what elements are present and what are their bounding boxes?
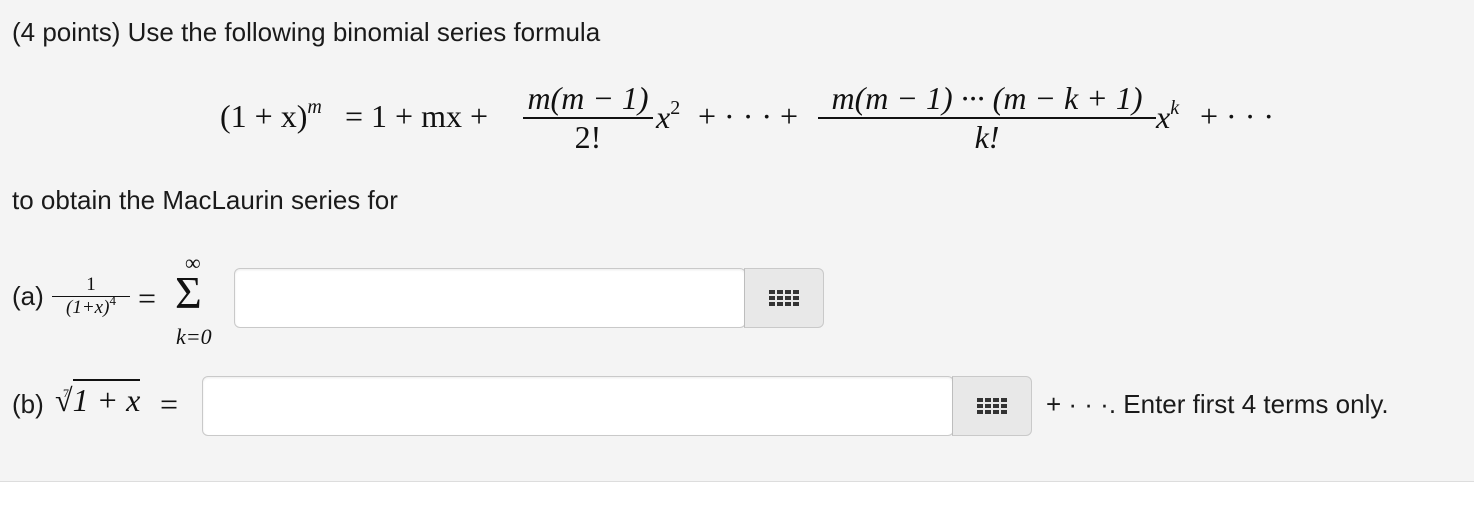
question-header: (4 points) Use the following binomial se… — [12, 17, 601, 47]
part-b-equals: = — [160, 386, 179, 422]
part-b-radical: 7 √1 + x — [55, 379, 141, 419]
formula-fraction-2: m(m − 1) ··· (m − k + 1) k! — [818, 80, 1156, 156]
formula-tail: + · · · — [1200, 98, 1275, 134]
part-a-answer-input[interactable] — [234, 268, 746, 328]
part-b-palette-button[interactable] — [952, 376, 1032, 436]
part-a-fraction: 1 (1+x)4 — [52, 274, 130, 319]
formula-fraction-1: m(m − 1) 2! — [523, 80, 653, 156]
formula-term-xk: xk — [1156, 97, 1180, 135]
formula-lhs: (1 + x)m — [220, 96, 322, 134]
formula-term-x2: x2 — [656, 97, 681, 135]
equation-palette-icon — [769, 290, 799, 306]
formula-ellipsis: + · · · + — [698, 98, 799, 134]
equation-palette-icon — [977, 398, 1007, 414]
part-a-label: (a) — [12, 281, 44, 311]
question-panel: (4 points) Use the following binomial se… — [0, 0, 1474, 482]
part-a-palette-button[interactable] — [744, 268, 824, 328]
part-b-answer-input[interactable] — [202, 376, 954, 436]
part-a-equals: = — [138, 280, 157, 316]
sum-lower-limit: k=0 — [176, 324, 212, 349]
instruction-text: to obtain the MacLaurin series for — [12, 185, 398, 215]
sigma-symbol: Σ — [175, 267, 202, 318]
part-b-suffix: + · · ·. Enter first 4 terms only. — [1046, 389, 1389, 419]
formula-eq: = 1 + mx + — [345, 98, 489, 134]
part-b-label: (b) — [12, 389, 44, 419]
